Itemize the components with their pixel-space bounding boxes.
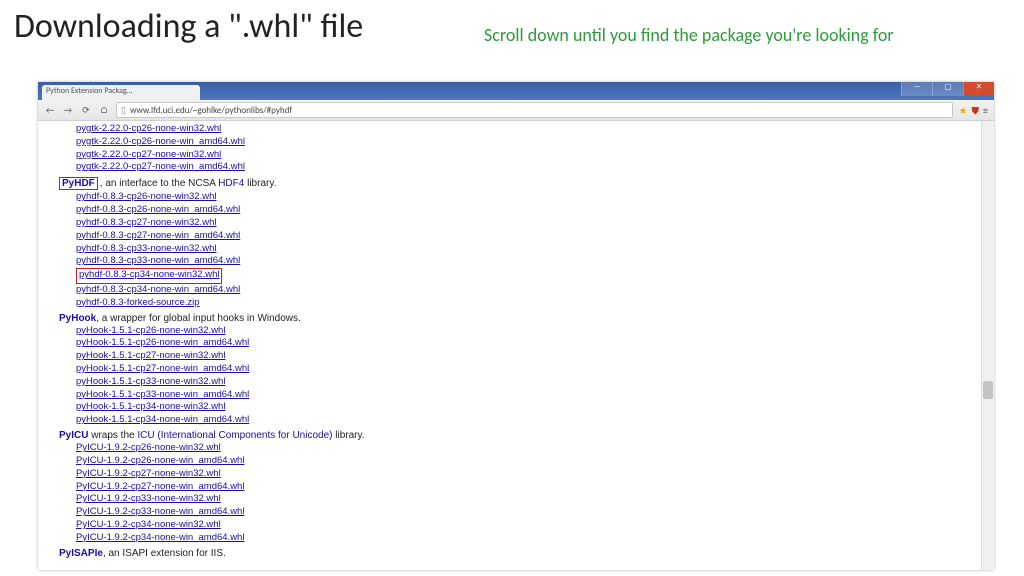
whl-link[interactable]: pyHook-1.5.1-cp33-none-win_amd64.whl (76, 389, 249, 402)
whl-link[interactable]: PyICU-1.9.2-cp33-none-win_amd64.whl (76, 506, 244, 519)
minimize-button[interactable]: — (901, 82, 932, 96)
package-name-highlight: PyHDF (59, 177, 98, 190)
menu-icon[interactable]: ≡ (983, 104, 988, 117)
maximize-button[interactable]: ▢ (932, 82, 963, 96)
forward-icon[interactable]: → (62, 105, 74, 116)
whl-link[interactable]: PyICU-1.9.2-cp26-none-win_amd64.whl (76, 455, 244, 468)
window-controls: — ▢ ✕ (901, 82, 994, 96)
whl-link[interactable]: pyHook-1.5.1-cp33-none-win32.whl (76, 376, 225, 389)
scrollbar-thumb[interactable] (983, 381, 993, 399)
whl-link[interactable]: pyhdf-0.8.3-cp33-none-win32.whl (76, 243, 216, 256)
tab-strip: Python Extension Packag… — ▢ ✕ (38, 82, 994, 100)
whl-link[interactable]: pygtk-2.22.0-cp27-none-win_amd64.whl (76, 161, 245, 174)
url-field[interactable]: ▯ www.lfd.uci.edu/~gohlke/pythonlibs/#py… (116, 102, 953, 118)
whl-link[interactable]: pyHook-1.5.1-cp26-none-win32.whl (76, 325, 225, 338)
whl-link[interactable]: PyICU-1.9.2-cp26-none-win32.whl (76, 442, 221, 455)
whl-link[interactable]: pygtk-2.22.0-cp27-none-win32.whl (76, 149, 221, 162)
reload-icon[interactable]: ⟳ (80, 105, 92, 116)
whl-link[interactable]: pyHook-1.5.1-cp26-none-win_amd64.whl (76, 337, 249, 350)
package-header: PyHDF, an interface to the NCSA HDF4 lib… (59, 177, 994, 190)
scrollbar[interactable] (981, 121, 994, 570)
package-header: PyICU wraps the ICU (International Compo… (59, 430, 994, 441)
whl-link[interactable]: pyHook-1.5.1-cp34-none-win32.whl (76, 401, 225, 414)
slide-title: Downloading a ".whl" file (14, 6, 363, 47)
adblock-icon[interactable]: ⛊ (972, 104, 980, 117)
home-icon[interactable]: ⌂ (98, 105, 110, 116)
whl-link[interactable]: pygtk-2.22.0-cp26-none-win32.whl (76, 123, 221, 136)
close-button[interactable]: ✕ (963, 82, 994, 96)
browser-window: Python Extension Packag… — ▢ ✕ ← → ⟳ ⌂ ▯… (38, 82, 994, 570)
url-text: www.lfd.uci.edu/~gohlke/pythonlibs/#pyhd… (130, 105, 292, 116)
whl-link[interactable]: pyhdf-0.8.3-cp34-none-win_amd64.whl (76, 284, 240, 297)
whl-link[interactable]: PyICU-1.9.2-cp27-none-win32.whl (76, 468, 221, 481)
slide-subtitle: Scroll down until you find the package y… (484, 24, 894, 46)
whl-link[interactable]: pyHook-1.5.1-cp27-none-win32.whl (76, 350, 225, 363)
whl-link[interactable]: pygtk-2.22.0-cp26-none-win_amd64.whl (76, 136, 245, 149)
browser-tab[interactable]: Python Extension Packag… (42, 85, 200, 101)
address-bar: ← → ⟳ ⌂ ▯ www.lfd.uci.edu/~gohlke/python… (38, 100, 994, 121)
whl-link[interactable]: PyICU-1.9.2-cp33-none-win32.whl (76, 493, 221, 506)
bookmark-icon[interactable]: ★ (959, 104, 968, 117)
whl-link[interactable]: PyICU-1.9.2-cp27-none-win_amd64.whl (76, 481, 244, 494)
whl-link[interactable]: pyhdf-0.8.3-cp27-none-win_amd64.whl (76, 230, 240, 243)
page-content: pygtk-2.22.0-cp26-none-win32.whlpygtk-2.… (38, 121, 994, 570)
whl-link[interactable]: pyHook-1.5.1-cp34-none-win_amd64.whl (76, 414, 249, 427)
whl-link[interactable]: pyhdf-0.8.3-cp33-none-win_amd64.whl (76, 255, 240, 268)
whl-link[interactable]: PyICU-1.9.2-cp34-none-win32.whl (76, 519, 221, 532)
page-icon: ▯ (121, 105, 126, 116)
whl-link[interactable]: pyhdf-0.8.3-cp34-none-win32.whl (76, 268, 222, 284)
whl-link[interactable]: pyhdf-0.8.3-cp26-none-win32.whl (76, 191, 216, 204)
whl-link[interactable]: pyhdf-0.8.3-forked-source.zip (76, 297, 200, 310)
back-icon[interactable]: ← (44, 105, 56, 116)
package-header: PyHook, a wrapper for global input hooks… (59, 313, 994, 324)
package-header: PyISAPIe, an ISAPI extension for IIS. (59, 548, 994, 559)
whl-link[interactable]: pyHook-1.5.1-cp27-none-win_amd64.whl (76, 363, 249, 376)
whl-link[interactable]: PyICU-1.9.2-cp34-none-win_amd64.whl (76, 532, 244, 545)
whl-link[interactable]: pyhdf-0.8.3-cp26-none-win_amd64.whl (76, 204, 240, 217)
whl-link[interactable]: pyhdf-0.8.3-cp27-none-win32.whl (76, 217, 216, 230)
